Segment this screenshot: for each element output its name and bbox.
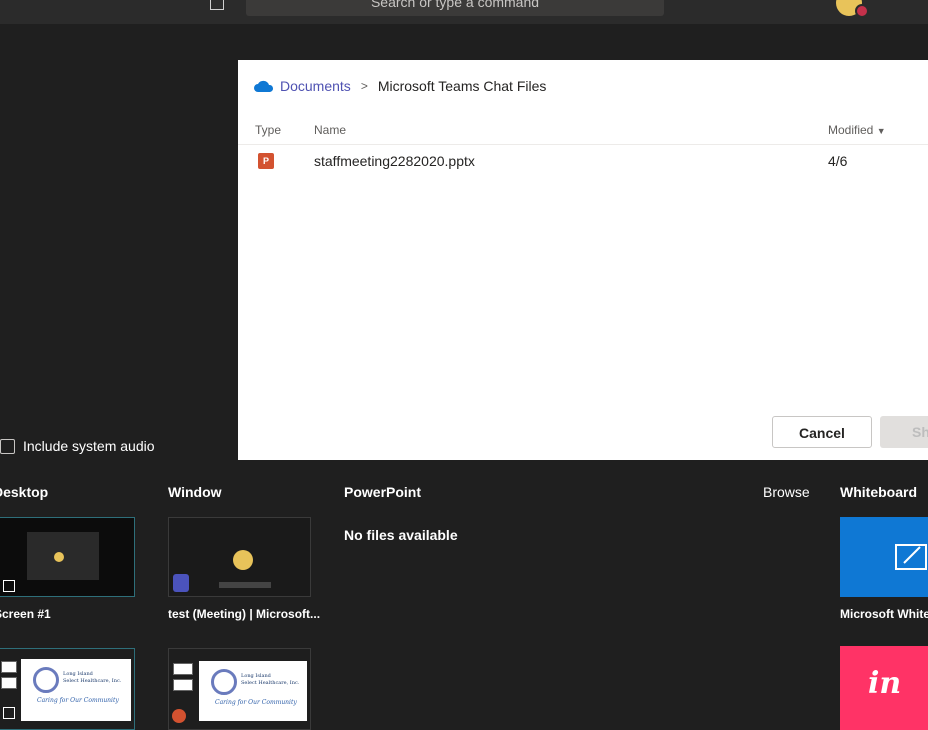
- share-button[interactable]: Share: [880, 416, 928, 448]
- file-modified: 4/6: [828, 153, 848, 169]
- org-name: Long Island: [63, 671, 93, 677]
- whiteboard-tile[interactable]: [840, 517, 928, 597]
- breadcrumb-documents[interactable]: Documents: [280, 78, 351, 94]
- search-box[interactable]: Search or type a command: [246, 0, 664, 16]
- powerpoint-icon: [172, 709, 186, 723]
- presence-status-icon: [855, 4, 869, 18]
- column-header-modified[interactable]: Modified ▼: [828, 123, 886, 137]
- whiteboard-icon: [895, 544, 927, 570]
- expand-icon: [3, 580, 15, 592]
- invision-tile[interactable]: in: [840, 646, 928, 730]
- compose-icon[interactable]: [210, 0, 224, 10]
- chevron-right-icon: >: [360, 79, 368, 93]
- slide-mini: [1, 677, 17, 689]
- file-name[interactable]: staffmeeting2282020.pptx: [314, 153, 475, 169]
- window-label: test (Meeting) | Microsoft...: [168, 607, 321, 621]
- org-name-2: Select Healthcare, Inc.: [241, 680, 300, 686]
- avatar-preview: [233, 550, 253, 570]
- avatar-preview: [54, 552, 64, 562]
- invision-icon: in: [868, 666, 902, 701]
- sort-down-icon: ▼: [876, 126, 886, 136]
- browse-button[interactable]: Browse: [763, 484, 810, 500]
- section-whiteboard: Whiteboard: [840, 484, 917, 500]
- logo-icon: [33, 667, 59, 693]
- logo-icon: [211, 669, 237, 695]
- no-files-message: No files available: [344, 527, 458, 543]
- cancel-button[interactable]: Cancel: [772, 416, 872, 448]
- onedrive-icon: [254, 80, 274, 92]
- org-name-2: Select Healthcare, Inc.: [63, 678, 122, 684]
- powerpoint-icon: P: [258, 153, 274, 169]
- title-bar: Search or type a command: [0, 0, 928, 24]
- slide-tagline: Caring for Our Community: [37, 697, 119, 704]
- window-thumbnail-2[interactable]: Long Island Select Healthcare, Inc. Cari…: [168, 648, 311, 730]
- column-header-type[interactable]: Type: [255, 123, 281, 137]
- screen-thumbnail[interactable]: [0, 517, 135, 597]
- include-audio-checkbox[interactable]: [0, 439, 15, 454]
- screen-label: Screen #1: [0, 607, 51, 621]
- expand-icon: [3, 707, 15, 719]
- screen-thumbnail-2[interactable]: Long Island Select Healthcare, Inc. Cari…: [0, 648, 135, 730]
- column-header-name[interactable]: Name: [314, 123, 346, 137]
- column-header-modified-label: Modified: [828, 123, 874, 137]
- slide-mini: [173, 679, 193, 691]
- call-controls-preview: [219, 582, 271, 588]
- section-window: Window: [168, 484, 222, 500]
- window-thumbnail[interactable]: [168, 517, 311, 597]
- breadcrumb-current-folder: Microsoft Teams Chat Files: [377, 78, 547, 94]
- org-name: Long Island: [241, 673, 271, 679]
- slide-preview: Long Island Select Healthcare, Inc. Cari…: [21, 659, 131, 721]
- teams-icon: [173, 574, 189, 592]
- file-picker-dialog: Documents > Microsoft Teams Chat Files T…: [238, 60, 928, 460]
- slide-preview: Long Island Select Healthcare, Inc. Cari…: [199, 661, 307, 721]
- slide-tagline: Caring for Our Community: [215, 699, 297, 706]
- slide-mini: [1, 661, 17, 673]
- section-desktop: Desktop: [0, 484, 49, 500]
- header-divider: [238, 144, 928, 145]
- include-audio-label: Include system audio: [23, 438, 155, 454]
- whiteboard-label: Microsoft Whiteboard: [840, 607, 928, 621]
- breadcrumb: Documents > Microsoft Teams Chat Files: [254, 76, 546, 96]
- section-powerpoint: PowerPoint: [344, 484, 422, 500]
- slide-mini: [173, 663, 193, 675]
